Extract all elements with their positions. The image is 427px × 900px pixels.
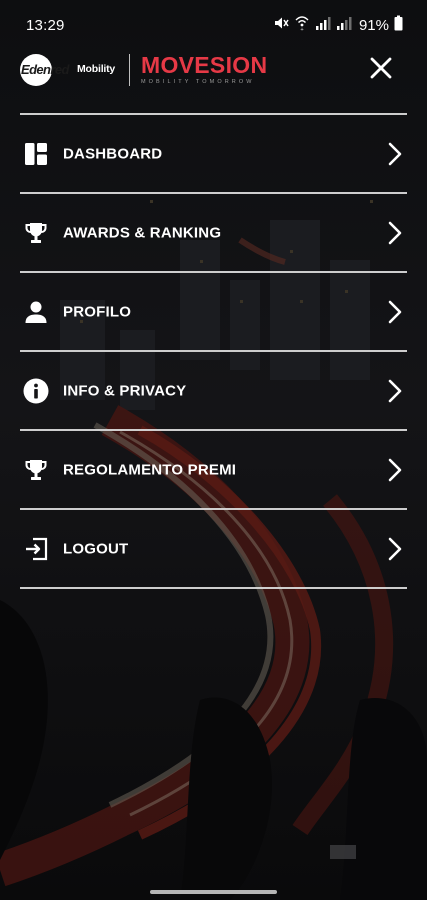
menu-divider xyxy=(20,587,407,589)
movesion-logo: MOVESION MOBILITY TOMORROW xyxy=(141,52,267,86)
movesion-tagline: MOBILITY TOMORROW xyxy=(141,79,255,85)
menu-item-awards-ranking[interactable]: AWARDS & RANKING xyxy=(20,194,407,271)
edenred-logo-text: Edenred xyxy=(21,62,69,77)
logout-icon xyxy=(23,536,49,562)
dashboard-icon xyxy=(23,141,49,167)
menu-item-dashboard[interactable]: DASHBOARD xyxy=(20,115,407,192)
menu-item-label: DASHBOARD xyxy=(63,145,163,162)
home-indicator[interactable] xyxy=(150,890,277,894)
signal-icon xyxy=(315,15,331,36)
wifi-calling-icon: + xyxy=(294,15,310,36)
menu-item-label: REGOLAMENTO PREMI xyxy=(63,461,237,478)
edenred-mobility-logo: Edenred Mobility xyxy=(20,54,118,86)
menu-item-info-privacy[interactable]: INFO & PRIVACY xyxy=(20,352,407,429)
menu-item-logout[interactable]: LOGOUT xyxy=(20,510,407,587)
menu-item-label: LOGOUT xyxy=(63,540,129,557)
movesion-logo-text: MOVESION xyxy=(141,52,268,78)
side-menu-screen: 13:29 + 91% Edenred Mobility MOVESION MO… xyxy=(0,0,427,900)
chevron-right-icon xyxy=(388,458,402,482)
status-icons: + 91% xyxy=(273,15,403,35)
person-icon xyxy=(23,299,49,325)
battery-icon xyxy=(394,15,403,36)
chevron-right-icon xyxy=(388,537,402,561)
side-menu: DASHBOARD AWARDS & RANKING PROFILO INFO … xyxy=(20,113,407,589)
close-icon xyxy=(370,57,392,84)
menu-item-profilo[interactable]: PROFILO xyxy=(20,273,407,350)
menu-header: Edenred Mobility MOVESION MOBILITY TOMOR… xyxy=(0,50,427,90)
close-button[interactable] xyxy=(365,54,397,86)
status-time: 13:29 xyxy=(26,17,65,34)
logo-divider xyxy=(129,54,130,86)
menu-item-label: PROFILO xyxy=(63,303,132,320)
mute-icon xyxy=(273,15,289,36)
chevron-right-icon xyxy=(388,221,402,245)
menu-item-label: INFO & PRIVACY xyxy=(63,382,187,399)
trophy-icon xyxy=(23,457,49,483)
edenred-logo-subtext: Mobility xyxy=(77,63,116,75)
trophy-icon xyxy=(23,220,49,246)
chevron-right-icon xyxy=(388,142,402,166)
battery-percentage: 91% xyxy=(358,16,389,34)
signal-icon xyxy=(336,15,352,36)
svg-text:+: + xyxy=(300,26,304,31)
info-icon xyxy=(23,378,49,404)
menu-item-regolamento-premi[interactable]: REGOLAMENTO PREMI xyxy=(20,431,407,508)
chevron-right-icon xyxy=(388,300,402,324)
chevron-right-icon xyxy=(388,379,402,403)
menu-item-label: AWARDS & RANKING xyxy=(63,224,222,241)
status-bar: 13:29 + 91% xyxy=(0,0,427,52)
